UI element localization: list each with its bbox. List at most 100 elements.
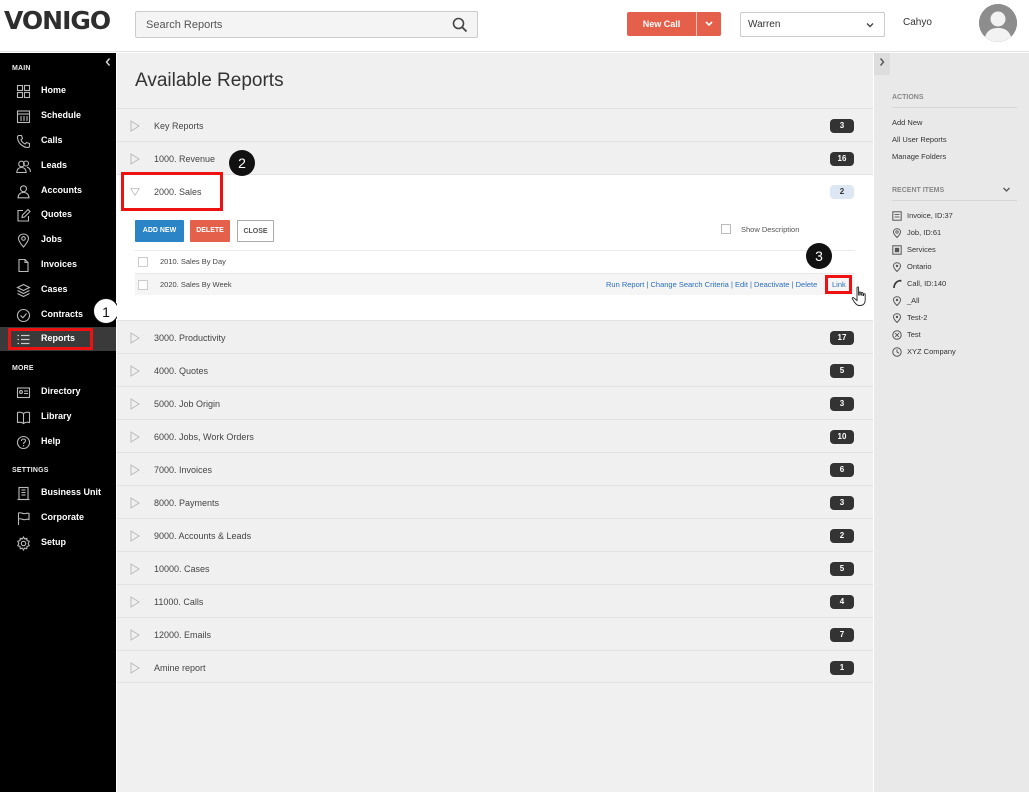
add-new-button[interactable]: ADD NEW (135, 220, 184, 242)
sidebar-item-setup[interactable]: Setup (0, 531, 116, 555)
avatar[interactable] (979, 4, 1017, 42)
report-folder-label[interactable]: 1000. Revenue (154, 154, 215, 164)
edit-link[interactable]: Edit (735, 280, 748, 289)
sidebar-item-quotes[interactable]: Quotes (0, 203, 116, 227)
recent-item[interactable]: Invoice, ID:37 (892, 210, 1022, 224)
sidebar-item-home[interactable]: Home (0, 79, 116, 103)
report-folder-label[interactable]: Key Reports (154, 121, 204, 131)
sidebar-item-invoices[interactable]: Invoices (0, 253, 116, 277)
report-name[interactable]: 2020. Sales By Week (160, 280, 232, 289)
report-checkbox[interactable] (138, 280, 148, 290)
report-folder-row[interactable]: Key Reports 3 (117, 108, 873, 141)
report-folder-row[interactable]: Amine report 1 (117, 650, 873, 683)
right-panel-toggle[interactable] (874, 53, 890, 75)
sidebar-item-directory[interactable]: Directory (0, 380, 116, 404)
recent-item-label[interactable]: Invoice, ID:37 (907, 211, 953, 220)
recent-item[interactable]: Test (892, 329, 1022, 343)
report-folder-label[interactable]: 9000. Accounts & Leads (154, 531, 251, 541)
expand-triangle-icon[interactable] (130, 120, 140, 132)
expand-triangle-icon[interactable] (130, 332, 140, 344)
delete-link[interactable]: Delete (796, 280, 818, 289)
recent-item-label[interactable]: Services (907, 245, 936, 254)
report-folder-label[interactable]: 8000. Payments (154, 498, 219, 508)
recent-item-label[interactable]: Ontario (907, 262, 932, 271)
report-folder-row[interactable]: 9000. Accounts & Leads 2 (117, 518, 873, 551)
sidebar-item-schedule[interactable]: Schedule (0, 104, 116, 128)
expand-triangle-icon[interactable] (130, 153, 140, 165)
chevron-down-icon[interactable] (697, 12, 721, 36)
report-folder-row[interactable]: 3000. Productivity 17 (117, 320, 873, 353)
sidebar-item-leads[interactable]: Leads (0, 154, 116, 178)
sidebar-item-business-unit[interactable]: Business Unit (0, 481, 116, 505)
action-manage-folders[interactable]: Manage Folders (892, 152, 946, 161)
report-folder-row[interactable]: 10000. Cases 5 (117, 551, 873, 584)
expand-triangle-icon[interactable] (130, 596, 140, 608)
report-folder-row[interactable]: 4000. Quotes 5 (117, 353, 873, 386)
search-icon[interactable] (452, 17, 468, 33)
report-folder-label[interactable]: 3000. Productivity (154, 333, 226, 343)
report-folder-row[interactable]: 6000. Jobs, Work Orders 10 (117, 419, 873, 452)
delete-button[interactable]: DELETE (190, 220, 230, 242)
recent-item-label[interactable]: _All (907, 296, 920, 305)
report-folder-label[interactable]: 4000. Quotes (154, 366, 208, 376)
run-report-link[interactable]: Run Report (606, 280, 644, 289)
recent-item-label[interactable]: Call, ID:140 (907, 279, 946, 288)
report-name[interactable]: 2010. Sales By Day (160, 257, 226, 266)
deactivate-link[interactable]: Deactivate (754, 280, 789, 289)
recent-item[interactable]: XYZ Company (892, 346, 1022, 360)
new-call-button[interactable]: New Call (627, 12, 721, 36)
expand-triangle-icon[interactable] (130, 563, 140, 575)
report-checkbox[interactable] (138, 257, 148, 267)
sidebar-collapse-icon[interactable] (104, 57, 112, 70)
chevron-down-icon[interactable] (1002, 185, 1011, 194)
sidebar-item-cases[interactable]: Cases (0, 278, 116, 302)
recent-item[interactable]: Services (892, 244, 1022, 258)
report-folder-label[interactable]: 6000. Jobs, Work Orders (154, 432, 254, 442)
search-box[interactable] (135, 11, 478, 38)
sidebar-item-calls[interactable]: Calls (0, 129, 116, 153)
expand-triangle-icon[interactable] (130, 398, 140, 410)
action-add-new[interactable]: Add New (892, 118, 922, 127)
recent-item[interactable]: Ontario (892, 261, 1022, 275)
report-folder-label[interactable]: Amine report (154, 663, 206, 673)
username[interactable]: Cahyo (903, 17, 932, 28)
user-select[interactable]: Warren (740, 12, 885, 37)
search-input[interactable] (136, 12, 436, 37)
sidebar-item-accounts[interactable]: Accounts (0, 179, 116, 203)
report-folder-label[interactable]: 11000. Calls (154, 597, 203, 607)
expand-triangle-icon[interactable] (130, 464, 140, 476)
show-description-checkbox[interactable] (721, 224, 731, 234)
expand-triangle-icon[interactable] (130, 629, 140, 641)
report-folder-label[interactable]: 7000. Invoices (154, 465, 212, 475)
report-folder-row[interactable]: 7000. Invoices 6 (117, 452, 873, 485)
close-button[interactable]: CLOSE (237, 220, 274, 242)
vonigo-logo[interactable]: VONIGO (4, 6, 111, 35)
sidebar-item-help[interactable]: Help (0, 430, 116, 454)
recent-item-label[interactable]: Job, ID:61 (907, 228, 941, 237)
expand-triangle-icon[interactable] (130, 530, 140, 542)
chevron-right-icon[interactable] (878, 57, 886, 67)
report-folder-row[interactable]: 5000. Job Origin 3 (117, 386, 873, 419)
recent-item[interactable]: Job, ID:61 (892, 227, 1022, 241)
report-folder-label[interactable]: 5000. Job Origin (154, 399, 220, 409)
sidebar-item-reports[interactable]: Reports (0, 327, 116, 351)
report-folder-label[interactable]: 10000. Cases (154, 564, 210, 574)
recent-item-label[interactable]: Test-2 (907, 313, 927, 322)
recent-item[interactable]: _All (892, 295, 1022, 309)
report-row[interactable]: 2010. Sales By Day (135, 250, 855, 272)
recent-item[interactable]: Test-2 (892, 312, 1022, 326)
report-folder-row[interactable]: 11000. Calls 4 (117, 584, 873, 617)
expand-triangle-icon[interactable] (130, 497, 140, 509)
report-folder-label[interactable]: 12000. Emails (154, 630, 211, 640)
report-folder-row[interactable]: 8000. Payments 3 (117, 485, 873, 518)
expand-triangle-icon[interactable] (130, 365, 140, 377)
action-all-user-reports[interactable]: All User Reports (892, 135, 947, 144)
report-row[interactable]: 2020. Sales By Week Run Report | Change … (135, 273, 866, 306)
recent-item-label[interactable]: Test (907, 330, 921, 339)
sidebar-item-jobs[interactable]: Jobs (0, 228, 116, 252)
change-search-criteria-link[interactable]: Change Search Criteria (650, 280, 728, 289)
recent-item[interactable]: Call, ID:140 (892, 278, 1022, 292)
report-folder-row-expanded[interactable]: 2000. Sales 2 (117, 174, 873, 211)
sidebar-item-corporate[interactable]: Corporate (0, 506, 116, 530)
recent-item-label[interactable]: XYZ Company (907, 347, 956, 356)
